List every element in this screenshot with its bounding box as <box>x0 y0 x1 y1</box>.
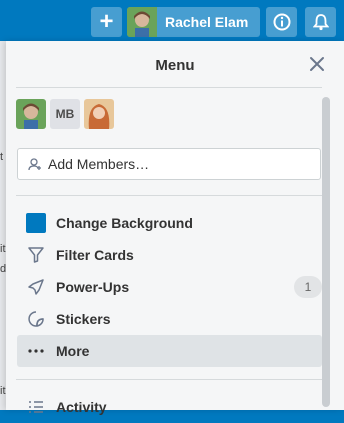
bell-icon <box>312 14 329 31</box>
color-swatch-icon <box>25 212 47 234</box>
add-members-button[interactable]: Add Members… <box>17 148 321 180</box>
add-button[interactable]: + <box>91 7 122 37</box>
user-name: Rachel Elam <box>165 14 249 30</box>
divider <box>16 195 322 196</box>
filter-icon <box>25 244 47 266</box>
close-icon[interactable] <box>308 55 326 73</box>
menu-item-more[interactable]: More <box>17 335 322 367</box>
menu-scrollbar[interactable] <box>322 97 330 407</box>
divider <box>16 379 322 380</box>
info-button[interactable] <box>266 7 297 37</box>
menu-title: Menu <box>155 57 195 74</box>
menu-item-change-background[interactable]: Change Background <box>17 207 322 239</box>
sticker-icon <box>25 308 47 330</box>
user-avatar <box>127 7 157 37</box>
add-member-icon <box>28 158 41 171</box>
member-list: MB <box>16 99 114 129</box>
divider <box>16 87 322 88</box>
user-menu-button[interactable]: Rachel Elam <box>127 7 260 37</box>
activity-icon <box>25 396 47 418</box>
menu-item-label: Filter Cards <box>56 247 134 263</box>
menu-item-label: Activity <box>56 399 107 415</box>
power-ups-count-badge: 1 <box>294 276 322 298</box>
menu-item-label: Stickers <box>56 311 111 327</box>
menu-item-power-ups[interactable]: Power-Ups 1 <box>17 271 322 303</box>
member-avatar[interactable]: MB <box>50 99 80 129</box>
rocket-icon <box>25 276 47 298</box>
more-icon <box>25 340 47 362</box>
menu-item-filter-cards[interactable]: Filter Cards <box>17 239 322 271</box>
member-avatar[interactable] <box>84 99 114 129</box>
member-avatar[interactable] <box>16 99 46 129</box>
add-members-label: Add Members… <box>48 156 150 172</box>
info-icon <box>273 13 290 31</box>
menu-item-label: Change Background <box>56 215 193 231</box>
menu-item-activity[interactable]: Activity <box>17 391 322 423</box>
notifications-button[interactable] <box>305 7 336 37</box>
menu-item-stickers[interactable]: Stickers <box>17 303 322 335</box>
board-menu-panel: Menu MB Add Members… Change Background F… <box>6 41 344 415</box>
menu-item-label: More <box>56 343 90 359</box>
menu-item-label: Power-Ups <box>56 279 130 295</box>
top-header: + Rachel Elam <box>0 0 344 41</box>
